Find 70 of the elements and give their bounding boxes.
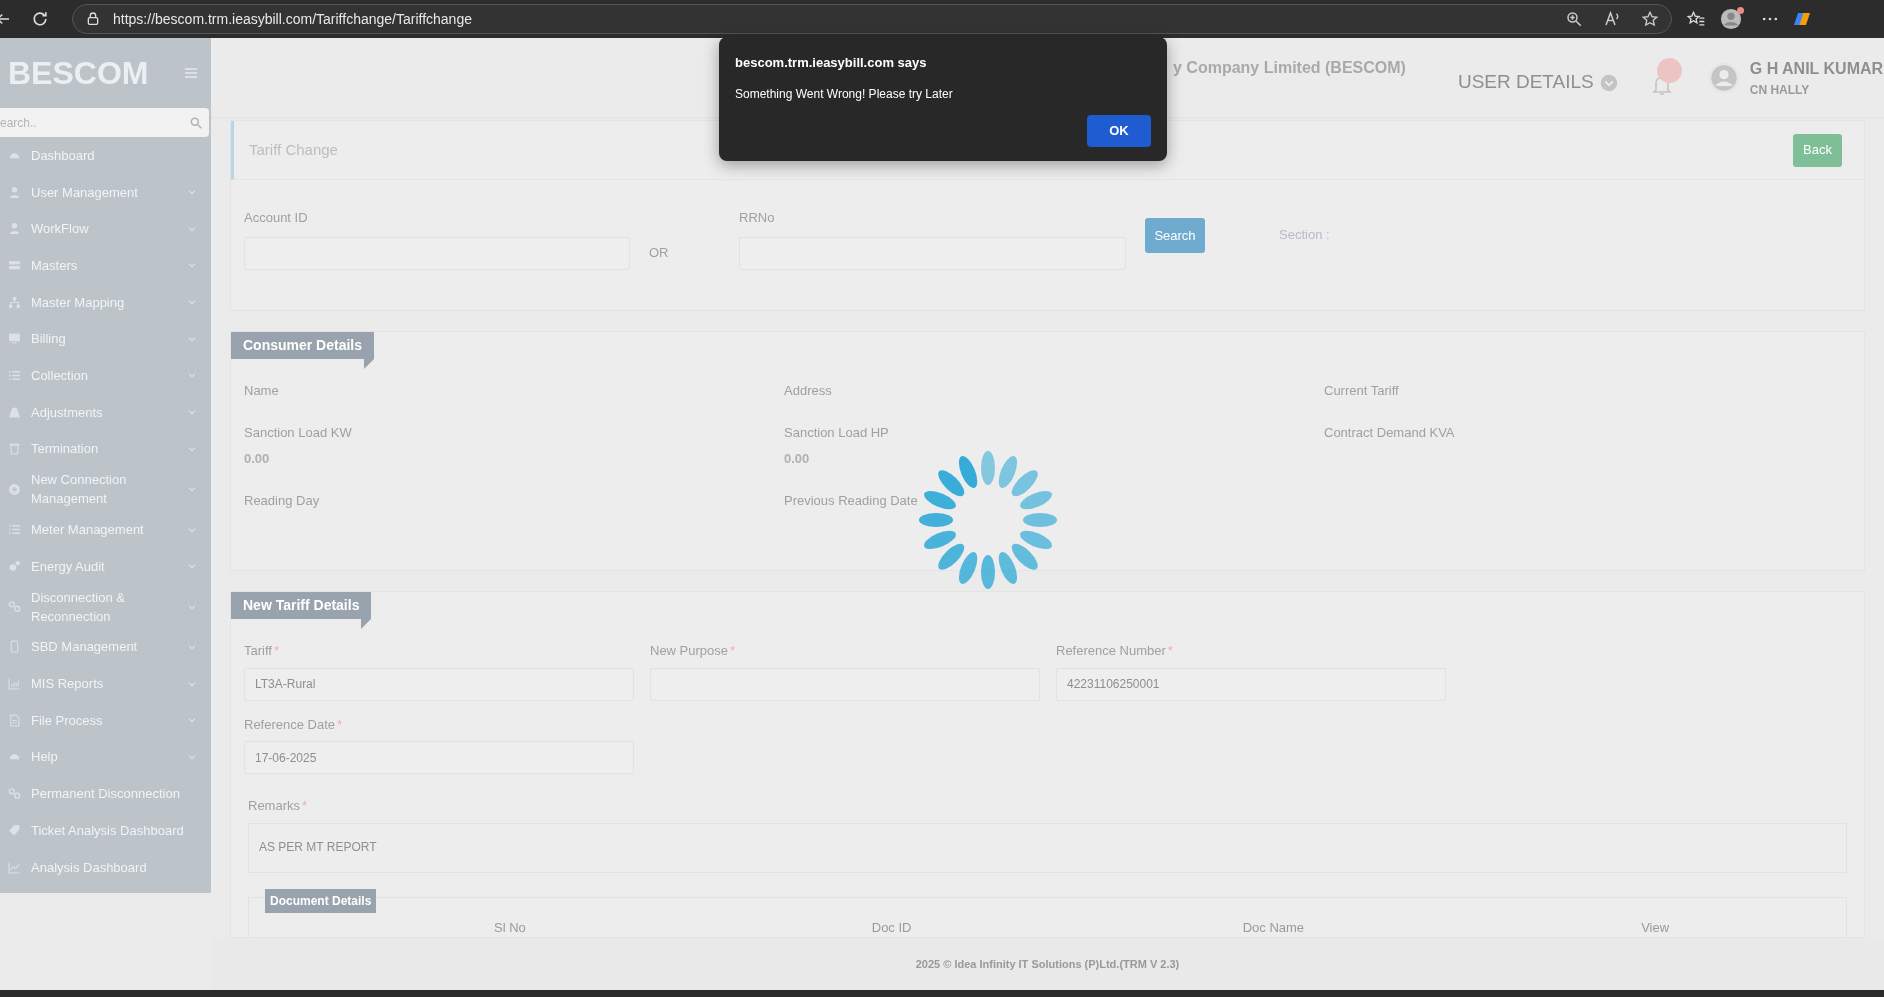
input-field[interactable]: 42231106250001 bbox=[1056, 667, 1446, 701]
column-header: View bbox=[1641, 918, 1670, 937]
field-label: Previous Reading Date bbox=[784, 491, 919, 510]
link-icon bbox=[8, 600, 21, 614]
user-details-menu[interactable]: USER DETAILS bbox=[1457, 68, 1618, 97]
profile-icon[interactable] bbox=[1720, 8, 1742, 30]
file-icon bbox=[8, 713, 21, 727]
list-icon bbox=[8, 368, 21, 382]
tab-fold-icon bbox=[361, 619, 372, 629]
field-label: Reading Day bbox=[244, 491, 321, 510]
user-location: CN HALLY bbox=[1749, 81, 1811, 99]
or-label: OR bbox=[649, 244, 670, 262]
field-value: 0.00 bbox=[784, 450, 811, 469]
field-label: New Purpose* bbox=[650, 642, 737, 660]
notification-badge bbox=[1656, 57, 1682, 83]
search-placeholder: earch.. bbox=[0, 114, 38, 132]
bar-chart-icon bbox=[8, 677, 21, 691]
field-label: Name bbox=[244, 382, 280, 401]
lock-icon bbox=[85, 11, 101, 27]
loading-spinner-icon bbox=[918, 450, 1058, 590]
input-field[interactable]: 17-06-2025 bbox=[244, 741, 634, 774]
column-header: Sl No bbox=[493, 918, 526, 937]
zoom-icon[interactable] bbox=[1565, 10, 1583, 28]
field-label: Sanction Load KW bbox=[244, 423, 353, 442]
input-field[interactable]: LT3A-Rural bbox=[244, 667, 634, 701]
field-label: Tariff* bbox=[244, 642, 280, 660]
user-icon bbox=[8, 185, 21, 199]
back-button[interactable]: Back bbox=[1793, 133, 1842, 167]
field-value: 0.00 bbox=[244, 450, 271, 469]
user-name: G H ANIL KUMAR bbox=[1749, 58, 1884, 79]
dialog-message: Something Went Wrong! Please try Later bbox=[735, 85, 954, 103]
ok-button[interactable]: OK bbox=[1087, 114, 1151, 147]
field-label: Reference Date* bbox=[244, 715, 344, 734]
search-field[interactable]: earch.. bbox=[0, 108, 209, 137]
star-icon[interactable] bbox=[1641, 10, 1659, 28]
footer-text: 2025 © Idea Infinity IT Solutions (P)Ltd.(TRM V 2.3) bbox=[915, 956, 1180, 972]
field-label: RRNo bbox=[739, 209, 776, 227]
column-header: Doc ID bbox=[871, 918, 912, 937]
trash-icon bbox=[8, 442, 21, 456]
field-label: Current Tariff bbox=[1324, 382, 1400, 401]
url-text: https://bescom.trm.ieasybill.com/Tariffchange/Tariffchange bbox=[113, 9, 473, 29]
chevron-down-icon bbox=[1599, 73, 1618, 92]
user-icon bbox=[8, 222, 21, 236]
search-icon bbox=[189, 115, 203, 130]
field-label: Reference Number* bbox=[1056, 642, 1174, 660]
field-label: Contract Demand KVA bbox=[1324, 423, 1456, 442]
server-icon bbox=[8, 258, 21, 272]
monitor-icon bbox=[8, 332, 21, 346]
field-label: Account ID bbox=[244, 209, 309, 227]
tab-fold-icon bbox=[364, 359, 375, 370]
road-icon bbox=[8, 405, 21, 419]
column-header: Doc Name bbox=[1242, 918, 1305, 937]
company-title: y Company Limited (BESCOM) bbox=[1173, 58, 1406, 78]
gears-icon bbox=[8, 559, 21, 573]
list-icon bbox=[8, 523, 21, 537]
sitemap-icon bbox=[8, 295, 21, 309]
mobile-icon bbox=[8, 640, 21, 654]
link-icon bbox=[8, 787, 21, 801]
plus-circle-icon bbox=[8, 482, 21, 496]
line-chart-icon bbox=[8, 860, 21, 874]
tag-icon bbox=[8, 823, 21, 837]
read-aloud-icon[interactable] bbox=[1603, 10, 1621, 28]
address-bar[interactable]: https://bescom.trm.ieasybill.com/Tariffchange/Tariffchange bbox=[72, 4, 1672, 34]
field-label: Remarks* bbox=[248, 797, 309, 815]
field-label: Address bbox=[784, 382, 833, 401]
reload-icon[interactable] bbox=[30, 9, 50, 29]
dialog-title: bescom.trm.ieasybill.com says bbox=[735, 54, 928, 72]
search-button[interactable]: Search bbox=[1145, 218, 1205, 253]
remarks-field[interactable]: AS PER MT REPORT bbox=[248, 822, 1847, 873]
field-label: Sanction Load HP bbox=[784, 423, 890, 442]
